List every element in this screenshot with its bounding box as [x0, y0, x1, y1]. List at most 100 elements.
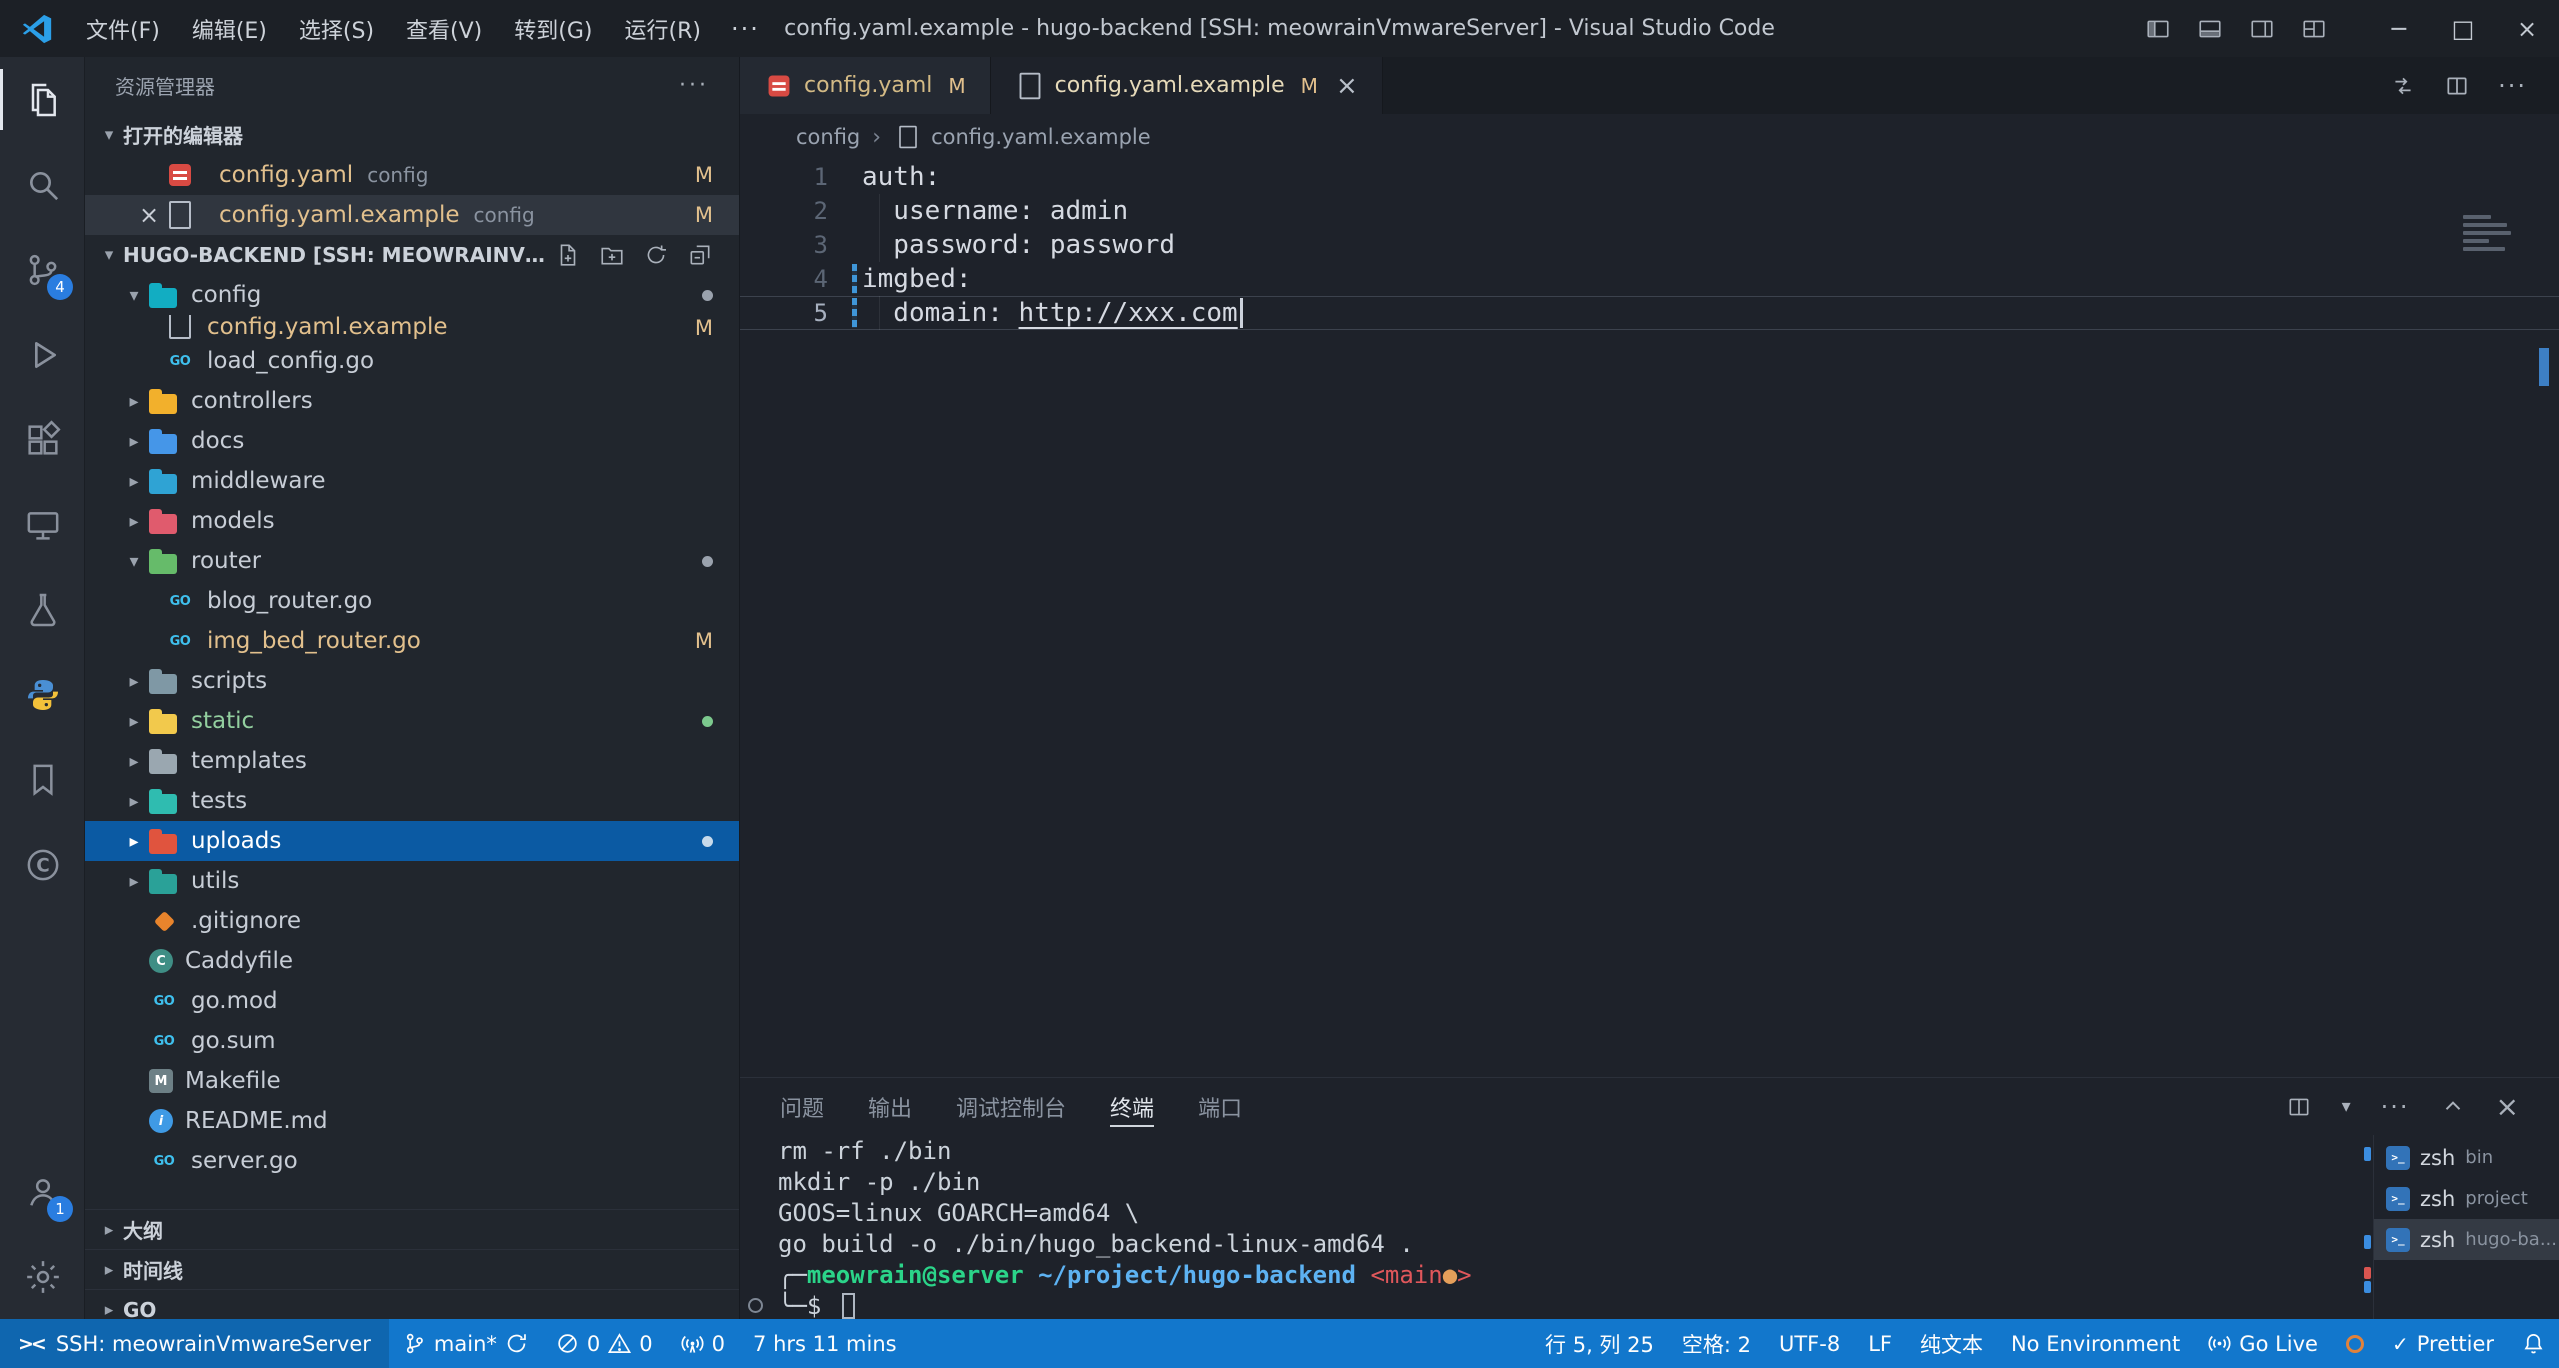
code-link[interactable]: http://xxx.com — [1019, 298, 1238, 328]
panel-tab-端口[interactable]: 端口 — [1198, 1078, 1242, 1135]
tree-file-Caddyfile[interactable]: CCaddyfile — [85, 941, 739, 981]
close-icon[interactable]: × — [133, 201, 165, 229]
code-line[interactable]: 2 username: admin — [740, 194, 2559, 228]
language-mode-item[interactable]: 纯文本 — [1906, 1319, 1997, 1368]
activity-source-control[interactable]: 4 — [0, 227, 85, 312]
open-changes-icon[interactable] — [2390, 73, 2416, 99]
tree-file-.gitignore[interactable]: .gitignore — [85, 901, 739, 941]
tree-file-load_config.go[interactable]: GOload_config.go — [85, 341, 739, 381]
more-actions-icon[interactable]: ··· — [2498, 72, 2527, 100]
tree-folder-uploads[interactable]: ▸uploads — [85, 821, 739, 861]
open-editor-config-yaml[interactable]: config.yaml config M — [85, 155, 739, 195]
python-env-item[interactable]: No Environment — [1997, 1319, 2194, 1368]
panel-more-actions-icon[interactable]: ··· — [2381, 1093, 2410, 1121]
git-branch-item[interactable]: main* — [389, 1319, 542, 1368]
panel-tab-调试控制台[interactable]: 调试控制台 — [956, 1078, 1066, 1135]
chevron-right-icon[interactable]: ▸ — [119, 831, 149, 852]
terminal-session-bin[interactable]: >_zshbin — [2374, 1137, 2559, 1178]
code-line[interactable]: 4imgbed: — [740, 262, 2559, 296]
terminal-layout-icon[interactable] — [2286, 1094, 2312, 1120]
tree-folder-controllers[interactable]: ▸controllers — [85, 381, 739, 421]
go-section[interactable]: ▸ GO — [85, 1289, 739, 1319]
tab-config-yaml[interactable]: config.yaml M — [740, 57, 991, 114]
panel-tab-终端[interactable]: 终端 — [1110, 1078, 1154, 1135]
tree-folder-scripts[interactable]: ▸scripts — [85, 661, 739, 701]
tree-file-blog_router.go[interactable]: GOblog_router.go — [85, 581, 739, 621]
new-file-icon[interactable] — [555, 242, 581, 268]
refresh-icon[interactable] — [643, 242, 669, 268]
tree-folder-utils[interactable]: ▸utils — [85, 861, 739, 901]
toggle-sidebar-icon[interactable] — [2145, 16, 2171, 42]
minimize-button[interactable]: ─ — [2367, 0, 2431, 57]
chevron-down-icon[interactable]: ▾ — [119, 285, 149, 306]
terminal[interactable]: rm -rf ./binmkdir -p ./binGOOS=linux GOA… — [740, 1135, 2359, 1319]
close-panel-icon[interactable]: × — [2496, 1090, 2519, 1123]
activity-python[interactable] — [0, 652, 85, 737]
activity-remote-explorer[interactable] — [0, 482, 85, 567]
toggle-secondary-sidebar-icon[interactable] — [2249, 16, 2275, 42]
cursor-position-item[interactable]: 行 5, 列 25 — [1531, 1319, 1668, 1368]
split-editor-icon[interactable] — [2444, 73, 2470, 99]
tree-folder-models[interactable]: ▸models — [85, 501, 739, 541]
chevron-down-icon[interactable]: ▾ — [119, 551, 149, 572]
code-line[interactable]: 3 password: password — [740, 228, 2559, 262]
code-line[interactable]: 5 domain: http://xxx.com — [740, 296, 2559, 330]
maximize-button[interactable]: □ — [2431, 0, 2495, 57]
encoding-item[interactable]: UTF-8 — [1765, 1319, 1854, 1368]
tree-file-config.yaml.example[interactable]: config.yaml.exampleM — [85, 315, 739, 341]
workspace-header[interactable]: ▾ HUGO-BACKEND [SSH: MEOWRAINVMWARE... — [85, 235, 739, 275]
outline-section[interactable]: ▸ 大纲 — [85, 1209, 739, 1249]
tree-folder-tests[interactable]: ▸tests — [85, 781, 739, 821]
new-folder-icon[interactable] — [599, 242, 625, 268]
chevron-right-icon[interactable]: ▸ — [119, 791, 149, 812]
tree-file-Makefile[interactable]: MMakefile — [85, 1061, 739, 1101]
go-live-item[interactable]: Go Live — [2194, 1319, 2332, 1368]
activity-run-debug[interactable] — [0, 312, 85, 397]
activity-settings[interactable] — [0, 1234, 85, 1319]
open-editor-config-yaml-example[interactable]: × config.yaml.example config M — [85, 195, 739, 235]
tree-file-README.md[interactable]: iREADME.md — [85, 1101, 739, 1141]
terminal-session-hugo-ba...[interactable]: >_zshhugo-ba... — [2374, 1219, 2559, 1260]
tab-config-yaml-example[interactable]: config.yaml.example M × — [991, 57, 1383, 114]
menu-编辑(E)[interactable]: 编辑(E) — [176, 13, 283, 45]
maximize-panel-icon[interactable] — [2440, 1094, 2466, 1120]
indentation-item[interactable]: 空格: 2 — [1668, 1319, 1765, 1368]
ports-item[interactable]: 0 — [667, 1319, 739, 1368]
activity-c-extension[interactable]: C — [0, 822, 85, 907]
activity-search[interactable] — [0, 142, 85, 227]
chevron-right-icon[interactable]: ▸ — [119, 751, 149, 772]
activity-accounts[interactable]: 1 — [0, 1149, 85, 1234]
eol-item[interactable]: LF — [1854, 1319, 1906, 1368]
sidebar-more-icon[interactable]: ··· — [679, 73, 709, 98]
breadcrumb-file[interactable]: config.yaml.example — [931, 125, 1151, 149]
extension-status-item[interactable] — [2332, 1319, 2378, 1368]
minimap[interactable] — [2463, 215, 2515, 255]
code-editor[interactable]: 1auth:2 username: admin3 password: passw… — [740, 160, 2559, 1077]
notifications-item[interactable] — [2508, 1319, 2559, 1368]
tree-folder-router[interactable]: ▾router — [85, 541, 739, 581]
chevron-right-icon[interactable]: ▸ — [119, 871, 149, 892]
activity-extensions[interactable] — [0, 397, 85, 482]
menu-文件(F)[interactable]: 文件(F) — [70, 13, 176, 45]
panel-tab-输出[interactable]: 输出 — [868, 1078, 912, 1135]
tree-folder-static[interactable]: ▸static — [85, 701, 739, 741]
tree-folder-config[interactable]: ▾config — [85, 275, 739, 315]
tree-file-server.go[interactable]: GOserver.go — [85, 1141, 739, 1181]
tree-file-go.mod[interactable]: GOgo.mod — [85, 981, 739, 1021]
open-editors-header[interactable]: ▾ 打开的编辑器 — [85, 114, 739, 155]
code-line[interactable]: 1auth: — [740, 160, 2559, 194]
terminal-session-project[interactable]: >_zshproject — [2374, 1178, 2559, 1219]
menu-查看(V)[interactable]: 查看(V) — [390, 13, 498, 45]
prettier-item[interactable]: ✓ Prettier — [2378, 1319, 2508, 1368]
timeline-section[interactable]: ▸ 时间线 — [85, 1249, 739, 1289]
toggle-panel-icon[interactable] — [2197, 16, 2223, 42]
chevron-right-icon[interactable]: ▸ — [119, 391, 149, 412]
chevron-down-icon[interactable]: ▾ — [2342, 1096, 2351, 1117]
remote-indicator[interactable]: >< SSH: meowrainVmwareServer — [0, 1319, 389, 1368]
tree-folder-middleware[interactable]: ▸middleware — [85, 461, 739, 501]
activity-bookmarks[interactable] — [0, 737, 85, 822]
activity-testing[interactable] — [0, 567, 85, 652]
tree-folder-docs[interactable]: ▸docs — [85, 421, 739, 461]
activity-explorer[interactable] — [0, 57, 85, 142]
chevron-right-icon[interactable]: ▸ — [119, 471, 149, 492]
